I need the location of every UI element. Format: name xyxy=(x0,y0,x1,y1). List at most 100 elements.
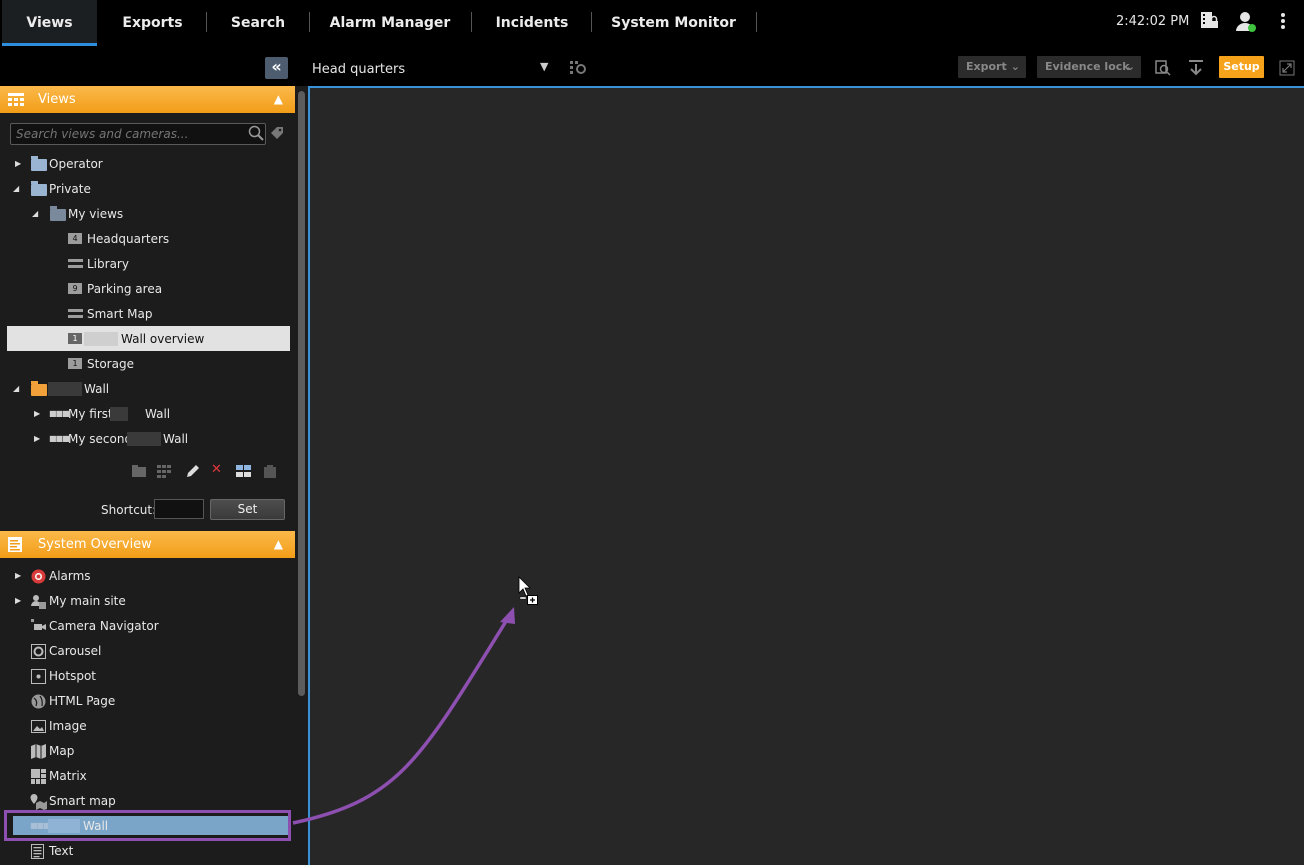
copy-view-icon[interactable] xyxy=(236,465,252,479)
sys-item-label: Smart map xyxy=(49,790,116,812)
lock-clip-icon[interactable] xyxy=(1199,11,1219,31)
expand-icon[interactable]: ▶ xyxy=(15,590,25,612)
setup-button[interactable]: Setup xyxy=(1219,56,1264,78)
clock: 2:42:02 PM xyxy=(1116,14,1189,29)
sys-item-map[interactable]: Map xyxy=(0,740,290,762)
tab-search[interactable]: Search xyxy=(222,0,294,46)
tree-item-my-views[interactable]: ◢ My views xyxy=(0,203,290,225)
redacted-text xyxy=(127,432,161,446)
search-input[interactable] xyxy=(10,123,266,145)
collapse-icon[interactable]: ◢ xyxy=(13,178,23,200)
tab-divider xyxy=(756,12,757,32)
tab-views[interactable]: Views xyxy=(2,0,97,46)
evidence-lock-button[interactable]: Evidence lock⌄ xyxy=(1037,56,1141,78)
tab-alarm-manager[interactable]: Alarm Manager xyxy=(325,0,455,46)
tree-item-operator[interactable]: ▶ Operator xyxy=(0,153,290,175)
tree-item-my-second-wall[interactable]: ▶ ■■■ My second Wall xyxy=(0,428,290,450)
expand-icon[interactable]: ▶ xyxy=(15,153,25,175)
expand-icon[interactable]: ▶ xyxy=(34,403,44,425)
tree-item-wall-group[interactable]: ◢ Wall xyxy=(0,378,290,400)
layout-icon xyxy=(68,309,83,318)
tree-label: Headquarters xyxy=(87,228,169,250)
tree-label: Library xyxy=(87,253,129,275)
sys-item-camera-navigator[interactable]: Camera Navigator xyxy=(0,615,290,637)
sys-item-hotspot[interactable]: Hotspot xyxy=(0,665,290,687)
tag-icon[interactable] xyxy=(270,126,286,142)
sys-item-carousel[interactable]: Carousel xyxy=(0,640,290,662)
chevron-down-icon: ⌄ xyxy=(1011,56,1020,78)
sys-item-label: Camera Navigator xyxy=(49,615,159,637)
sys-item-smart-map[interactable]: Smart map xyxy=(0,790,290,812)
chevron-down-icon[interactable]: ▼ xyxy=(540,60,548,73)
sys-item-alarms[interactable]: ▶ Alarms xyxy=(0,565,290,587)
collapse-panel-button[interactable]: « xyxy=(265,57,288,79)
tree-item-storage[interactable]: 1 Storage xyxy=(0,353,290,375)
download-icon[interactable] xyxy=(1188,59,1204,77)
fullscreen-icon[interactable] xyxy=(1279,60,1295,76)
tree-item-wall-overview[interactable]: 1 Wall overview xyxy=(0,328,290,350)
tree-item-parking-area[interactable]: 9 Parking area xyxy=(0,278,290,300)
sys-item-label: My main site xyxy=(49,590,126,612)
view-drop-area[interactable] xyxy=(308,86,1304,865)
edit-icon[interactable] xyxy=(185,463,201,479)
sys-item-html-page[interactable]: HTML Page xyxy=(0,690,290,712)
tree-label: Wall overview xyxy=(121,328,204,350)
views-panel-header[interactable]: Views ▲ xyxy=(0,86,295,113)
wall-icon: ■■■ xyxy=(49,410,69,418)
sys-item-wall[interactable]: ■■■ Wall xyxy=(0,815,290,837)
hotspot-icon xyxy=(31,669,46,684)
redacted-text xyxy=(110,407,128,421)
system-overview-icon xyxy=(8,537,23,552)
export-button[interactable]: Export⌄ xyxy=(958,56,1026,78)
chevron-down-icon: ⌄ xyxy=(1126,56,1135,78)
wall-icon: ■■■ xyxy=(49,435,69,443)
layout-count-icon: 9 xyxy=(68,283,82,294)
tree-item-headquarters[interactable]: 4 Headquarters xyxy=(0,228,290,250)
sys-item-text[interactable]: Text xyxy=(0,840,290,862)
tree-item-library[interactable]: Library xyxy=(0,253,290,275)
folder-icon xyxy=(31,184,47,196)
tab-system-monitor[interactable]: System Monitor xyxy=(607,0,740,46)
paste-icon[interactable] xyxy=(263,465,279,479)
sys-item-matrix[interactable]: Matrix xyxy=(0,765,290,787)
sys-item-label: Carousel xyxy=(49,640,101,662)
tree-item-my-first-wall[interactable]: ▶ ■■■ My first Wall xyxy=(0,403,290,425)
tree-item-smart-map[interactable]: Smart Map xyxy=(0,303,290,325)
tab-divider xyxy=(591,12,592,32)
system-overview-header[interactable]: System Overview ▲ xyxy=(0,531,295,558)
layout-count-icon: 1 xyxy=(68,333,82,344)
sys-item-my-main-site[interactable]: ▶ My main site xyxy=(0,590,290,612)
system-overview-title: System Overview xyxy=(38,531,152,558)
sys-item-image[interactable]: Image xyxy=(0,715,290,737)
matrix-icon xyxy=(31,769,46,784)
tree-label: My first xyxy=(68,403,113,425)
tree-label: Operator xyxy=(49,153,103,175)
view-selector[interactable]: Head quarters xyxy=(312,62,405,77)
search-icon[interactable] xyxy=(248,125,264,141)
image-icon xyxy=(31,720,46,733)
shortcut-input[interactable] xyxy=(154,499,204,519)
user-status-icon[interactable] xyxy=(1235,10,1259,34)
delete-icon[interactable]: ✕ xyxy=(211,462,222,477)
views-icon xyxy=(8,93,24,106)
view-toolbar: « Head quarters ▼ Export⌄ Evidence lock⌄… xyxy=(0,46,1304,86)
set-button[interactable]: Set xyxy=(210,499,285,520)
shortcut-label: Shortcut: xyxy=(101,503,156,517)
sys-item-label: Hotspot xyxy=(49,665,96,687)
collapse-icon[interactable]: ◢ xyxy=(13,378,23,400)
search-evidence-icon[interactable] xyxy=(1155,60,1171,76)
collapse-icon[interactable]: ◢ xyxy=(32,203,42,225)
expand-icon[interactable]: ▶ xyxy=(34,428,44,450)
new-view-icon[interactable] xyxy=(157,464,175,478)
chevron-up-icon[interactable]: ▲ xyxy=(274,86,283,113)
more-vert-icon[interactable] xyxy=(1278,12,1288,32)
tab-exports[interactable]: Exports xyxy=(110,0,195,46)
tree-label: My second xyxy=(68,428,132,450)
view-settings-icon[interactable] xyxy=(570,60,586,74)
chevron-up-icon[interactable]: ▲ xyxy=(274,531,283,558)
new-group-icon[interactable] xyxy=(132,464,148,478)
tab-incidents[interactable]: Incidents xyxy=(488,0,576,46)
expand-icon[interactable]: ▶ xyxy=(15,565,25,587)
tree-item-private[interactable]: ◢ Private xyxy=(0,178,290,200)
scrollbar[interactable] xyxy=(298,91,305,696)
